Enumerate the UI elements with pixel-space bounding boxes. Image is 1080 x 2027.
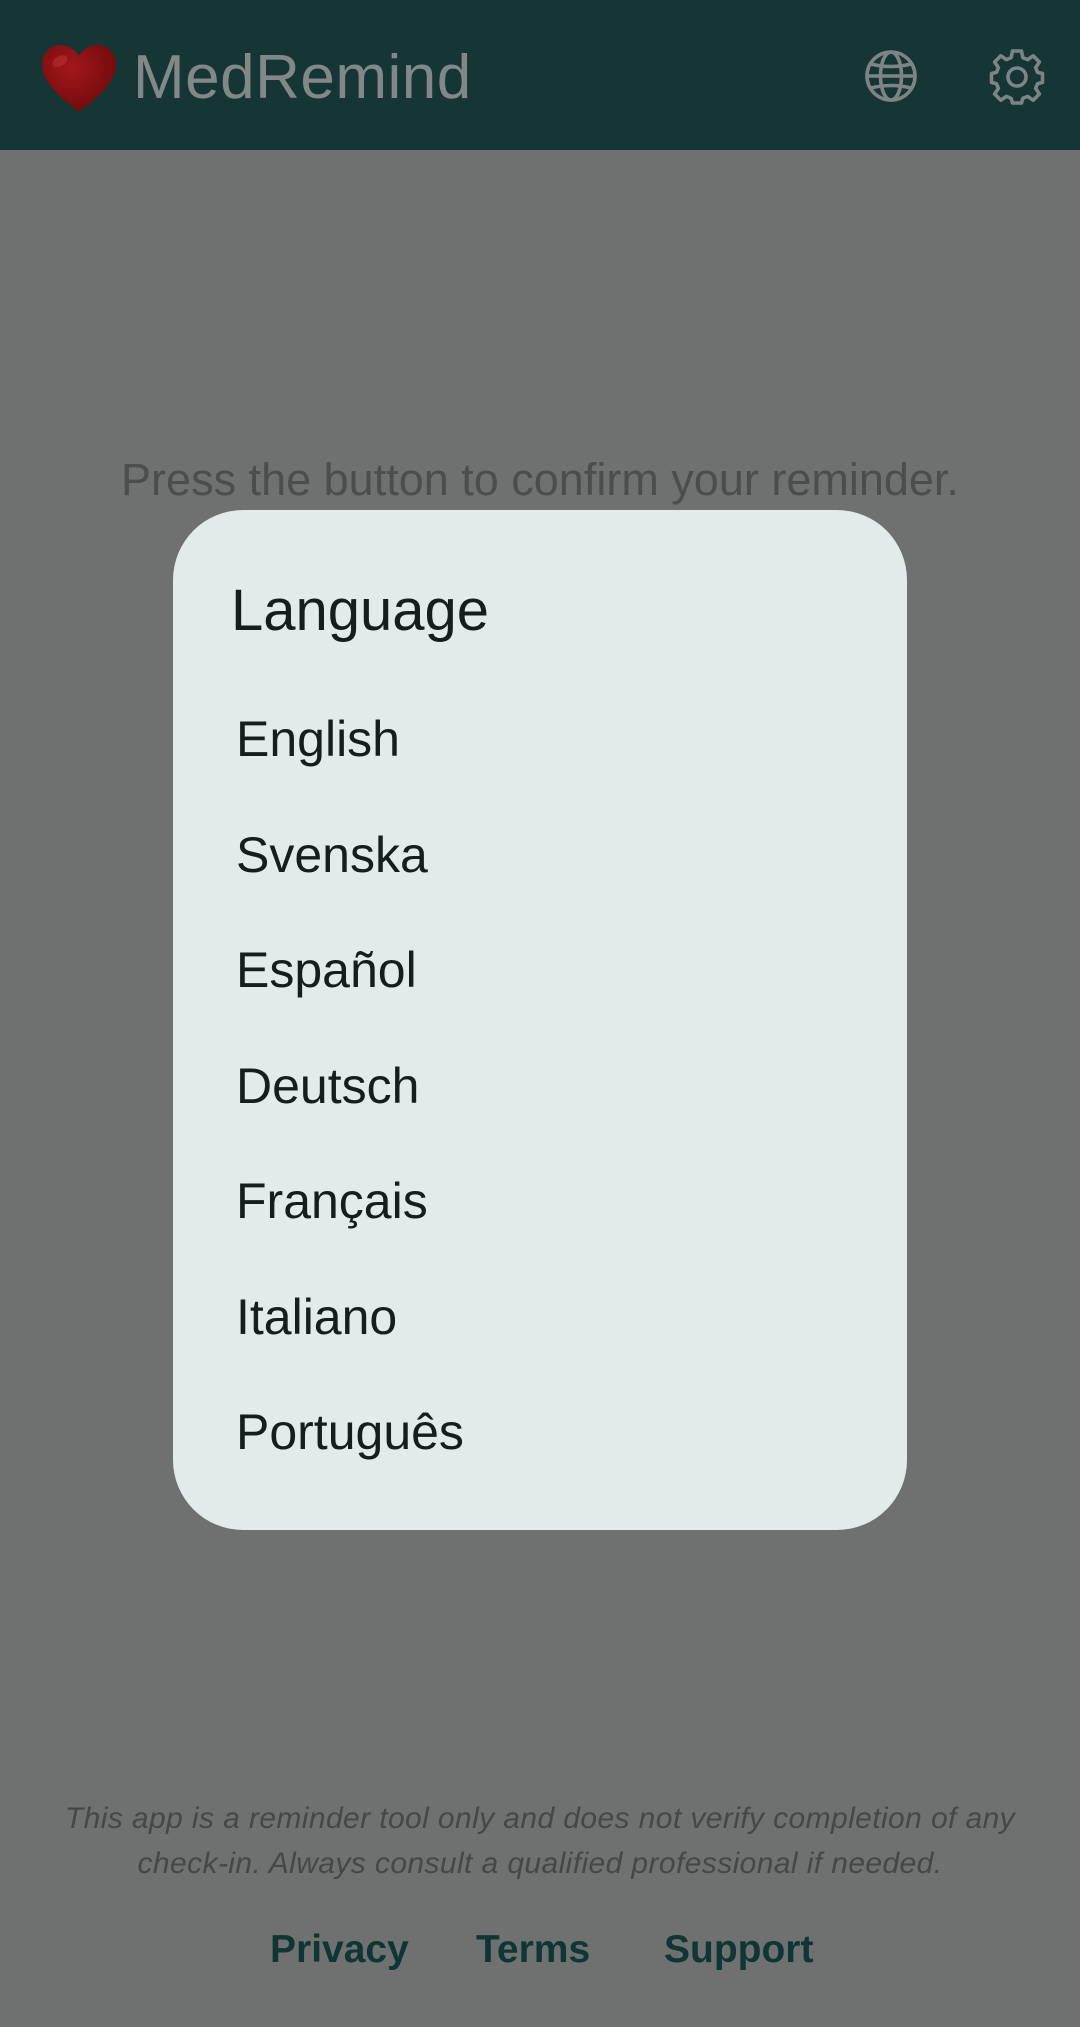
terms-link[interactable]: Terms — [476, 1922, 590, 1978]
heart-icon — [40, 44, 118, 114]
language-option-espanol[interactable]: Español — [173, 913, 907, 1029]
language-option-portugues[interactable]: Português — [173, 1375, 907, 1491]
language-dialog: Language English Svenska Español Deutsch… — [173, 510, 907, 1530]
globe-icon[interactable] — [862, 47, 920, 105]
support-link[interactable]: Support — [664, 1922, 813, 1978]
language-option-francais[interactable]: Français — [173, 1144, 907, 1260]
footer-links: Privacy Terms Support — [0, 1922, 1080, 1978]
dialog-title: Language — [231, 578, 490, 643]
app-title: MedRemind — [133, 43, 472, 112]
language-list: English Svenska Español Deutsch Français… — [173, 682, 907, 1491]
privacy-link[interactable]: Privacy — [270, 1922, 409, 1978]
language-option-svenska[interactable]: Svenska — [173, 798, 907, 914]
language-option-italiano[interactable]: Italiano — [173, 1260, 907, 1376]
app-bar: MedRemind — [0, 0, 1080, 150]
language-option-english[interactable]: English — [173, 682, 907, 798]
language-option-deutsch[interactable]: Deutsch — [173, 1029, 907, 1145]
disclaimer-text: This app is a reminder tool only and doe… — [64, 1802, 1016, 1880]
gear-icon[interactable] — [988, 47, 1046, 105]
confirm-prompt: Press the button to confirm your reminde… — [121, 454, 959, 505]
